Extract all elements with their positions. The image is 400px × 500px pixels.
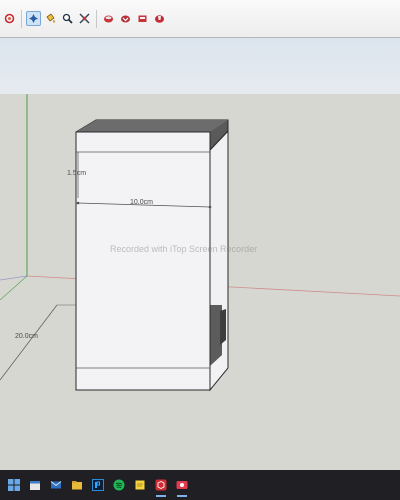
pan-icon[interactable]: [26, 11, 41, 26]
warehouse-icon[interactable]: [101, 11, 116, 26]
sky-background: [0, 38, 400, 94]
toolbar-separator: [21, 9, 22, 28]
width-dimension-start: [76, 201, 80, 205]
depth-dimension-label[interactable]: 20.0cm: [15, 333, 38, 340]
paint-bucket-icon[interactable]: [43, 11, 58, 26]
model-viewport[interactable]: Recorded with iTop Screen Recorder 1.5cm…: [0, 94, 400, 470]
toolbar: [0, 0, 400, 38]
calendar-icon[interactable]: [27, 477, 43, 493]
mail-icon[interactable]: [48, 477, 64, 493]
zoom-icon[interactable]: [60, 11, 75, 26]
photoshop-icon[interactable]: [90, 477, 106, 493]
sticky-notes-icon[interactable]: [132, 477, 148, 493]
share-model-icon[interactable]: [135, 11, 150, 26]
file-explorer-icon[interactable]: [69, 477, 85, 493]
windows-taskbar: [0, 470, 400, 500]
screen-recorder-icon[interactable]: [174, 477, 190, 497]
extension-warehouse-icon[interactable]: [152, 11, 167, 26]
get-models-icon[interactable]: [118, 11, 133, 26]
width-dimension-label[interactable]: 10.0cm: [130, 199, 153, 206]
toolbar-separator: [96, 9, 97, 28]
sketchup-icon[interactable]: [153, 477, 169, 497]
spotify-icon[interactable]: [111, 477, 127, 493]
box-front: [75, 131, 211, 391]
model-scene: [0, 94, 400, 392]
windows-start-icon[interactable]: [6, 477, 22, 493]
zoom-extents-icon[interactable]: [77, 11, 92, 26]
depth-dimension-line: [0, 304, 58, 381]
box-top-face: [76, 120, 228, 132]
orbit-icon[interactable]: [2, 11, 17, 26]
width-dimension-end: [208, 205, 212, 209]
recorder-watermark: Recorded with iTop Screen Recorder: [110, 244, 258, 254]
box-inner-shelf: [220, 309, 226, 345]
thickness-dimension-label[interactable]: 1.5cm: [67, 170, 86, 177]
